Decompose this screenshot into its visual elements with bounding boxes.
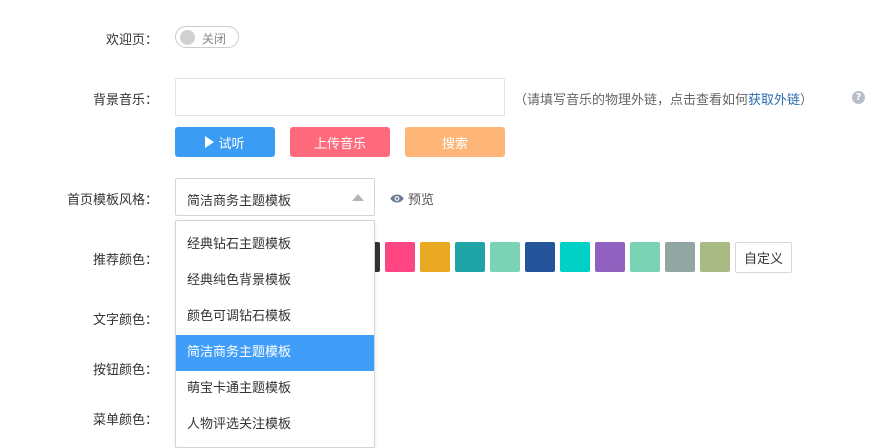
music-hint: （请填写音乐的物理外链，点击查看如何获取外链） xyxy=(514,89,813,108)
caret-up-icon xyxy=(352,194,364,201)
recommend-color-label: 推荐颜色： xyxy=(92,253,158,268)
template-select-value: 简洁商务主题模板 xyxy=(187,194,292,209)
get-link-link[interactable]: 获取外链 xyxy=(748,93,800,108)
toggle-knob xyxy=(180,30,195,45)
template-option[interactable]: 经典纯色背景模板 xyxy=(176,263,374,299)
text-color-label: 文字颜色： xyxy=(92,313,158,328)
welcome-label: 欢迎页： xyxy=(105,33,158,48)
listen-label: 试听 xyxy=(218,136,245,152)
custom-color-button[interactable]: 自定义 xyxy=(735,242,792,273)
color-swatch[interactable] xyxy=(665,242,695,272)
eye-icon xyxy=(390,194,404,203)
menu-color-label: 菜单颜色： xyxy=(92,413,158,428)
color-swatch[interactable] xyxy=(490,242,520,272)
hint-text: 请填写音乐的物理外链，点击查看如何 xyxy=(527,93,749,108)
color-swatch[interactable] xyxy=(630,242,660,272)
color-swatch[interactable] xyxy=(525,242,555,272)
preview-link[interactable]: 预览 xyxy=(390,189,434,208)
button-color-label: 按钮颜色： xyxy=(92,363,158,378)
template-option[interactable]: 人物评选关注模板 xyxy=(176,407,374,443)
color-swatch[interactable] xyxy=(595,242,625,272)
color-swatch[interactable] xyxy=(560,242,590,272)
welcome-toggle[interactable]: 关闭 xyxy=(175,26,239,48)
hint-close-paren: ） xyxy=(800,93,814,108)
color-swatch[interactable] xyxy=(700,242,730,272)
preview-label: 预览 xyxy=(408,193,435,208)
color-swatch[interactable] xyxy=(420,242,450,272)
template-select[interactable]: 简洁商务主题模板 xyxy=(175,178,375,216)
template-dropdown: 经典钻石主题模板 经典纯色背景模板 颜色可调钻石模板 简洁商务主题模板 萌宝卡通… xyxy=(175,220,375,448)
template-option[interactable]: 萌宝卡通主题模板 xyxy=(176,371,374,407)
color-swatch[interactable] xyxy=(385,242,415,272)
template-option[interactable]: 简洁商务主题模板 xyxy=(176,335,374,371)
listen-button[interactable]: 试听 xyxy=(175,127,275,157)
music-label: 背景音乐： xyxy=(92,93,158,108)
toggle-text: 关闭 xyxy=(202,32,227,46)
play-icon xyxy=(205,136,215,148)
color-swatch[interactable] xyxy=(455,242,485,272)
template-option[interactable]: 经典钻石主题模板 xyxy=(176,227,374,263)
help-icon[interactable]: ? xyxy=(852,91,865,104)
music-url-input[interactable] xyxy=(175,78,505,116)
upload-music-button[interactable]: 上传音乐 xyxy=(290,127,390,157)
template-option[interactable]: 颜色可调钻石模板 xyxy=(176,299,374,335)
hint-open-paren: （ xyxy=(514,93,528,108)
template-label: 首页模板风格： xyxy=(66,193,158,208)
search-button[interactable]: 搜索 xyxy=(405,127,505,157)
